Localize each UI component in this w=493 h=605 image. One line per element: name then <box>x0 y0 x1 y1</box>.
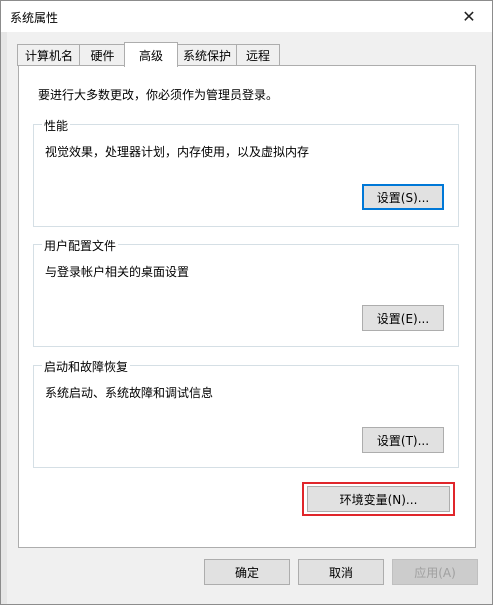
cancel-button[interactable]: 取消 <box>298 559 384 585</box>
window-title: 系统属性 <box>10 11 59 25</box>
title-bar[interactable]: 系统属性 ✕ <box>1 1 492 32</box>
annotation-highlight-box <box>302 482 455 516</box>
tab-hardware[interactable]: 硬件 <box>79 44 126 66</box>
dialog-footer: 确定 取消 应用(A) <box>1 549 492 604</box>
apply-button[interactable]: 应用(A) <box>392 559 478 585</box>
user-profiles-group: 用户配置文件 与登录帐户相关的桌面设置 设置(E)... <box>33 237 459 347</box>
tab-computer-name[interactable]: 计算机名 <box>17 44 81 66</box>
startup-recovery-description: 系统启动、系统故障和调试信息 <box>45 386 214 400</box>
tab-advanced[interactable]: 高级 <box>124 42 178 67</box>
system-properties-window: 系统属性 ✕ 计算机名 硬件 高级 系统保护 远程 要进行大多数更改，你必须作为… <box>0 0 493 605</box>
user-profiles-settings-button[interactable]: 设置(E)... <box>362 305 444 331</box>
window-edge <box>1 32 7 604</box>
startup-recovery-settings-button[interactable]: 设置(T)... <box>362 427 444 453</box>
performance-group: 性能 视觉效果，处理器计划，内存使用，以及虚拟内存 设置(S)... <box>33 117 459 227</box>
advanced-tab-panel: 要进行大多数更改，你必须作为管理员登录。 性能 视觉效果，处理器计划，内存使用，… <box>18 65 476 548</box>
startup-recovery-group: 启动和故障恢复 系统启动、系统故障和调试信息 设置(T)... <box>33 358 459 468</box>
user-profiles-title: 用户配置文件 <box>42 237 119 254</box>
performance-description: 视觉效果，处理器计划，内存使用，以及虚拟内存 <box>45 145 310 159</box>
tab-system-protection[interactable]: 系统保护 <box>176 44 238 66</box>
admin-notice: 要进行大多数更改，你必须作为管理员登录。 <box>38 88 279 102</box>
performance-settings-button[interactable]: 设置(S)... <box>362 184 444 210</box>
user-profiles-description: 与登录帐户相关的桌面设置 <box>45 265 190 279</box>
close-icon[interactable]: ✕ <box>446 1 492 32</box>
tab-remote[interactable]: 远程 <box>236 44 280 66</box>
startup-recovery-title: 启动和故障恢复 <box>42 358 131 375</box>
performance-title: 性能 <box>42 117 71 134</box>
ok-button[interactable]: 确定 <box>204 559 290 585</box>
